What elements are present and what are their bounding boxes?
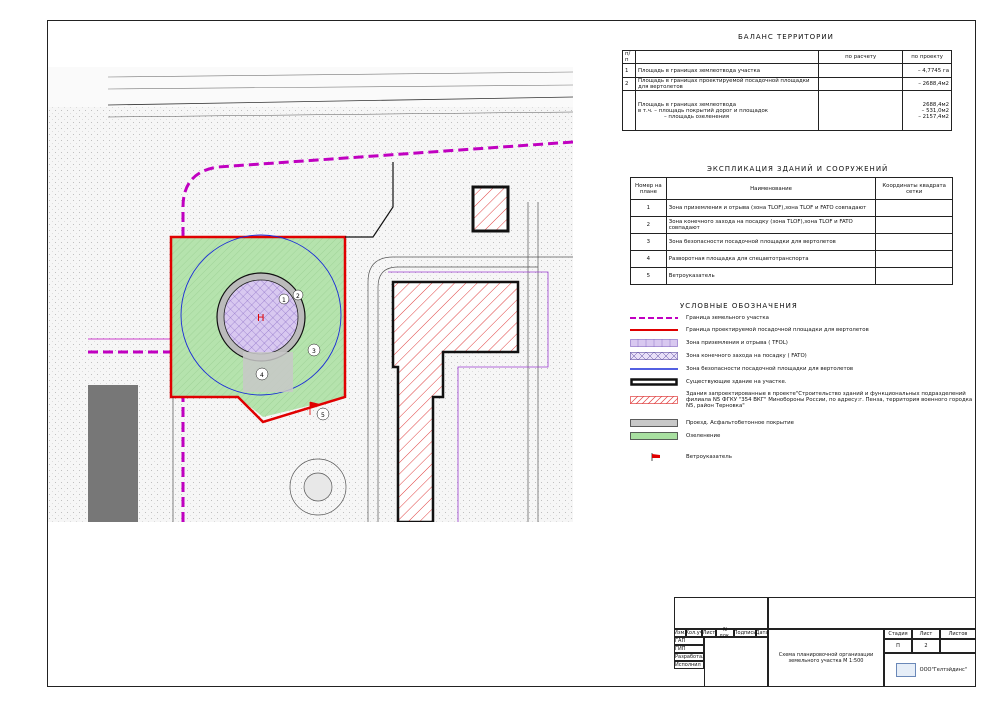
red-line-icon bbox=[630, 329, 678, 331]
legend-item: Проезд. Асфальтобетонное покрытие bbox=[630, 418, 981, 428]
balance-header-name bbox=[634, 50, 820, 64]
legend-item: Озеленение bbox=[630, 431, 981, 441]
stamp-role: Разработал bbox=[674, 653, 706, 661]
green-swatch-icon bbox=[630, 432, 678, 440]
stamp-col-sign: Подпись bbox=[733, 629, 757, 637]
helipad-mark-label: H bbox=[257, 313, 265, 324]
thick-black-outline-icon bbox=[630, 378, 678, 386]
site-plan: H 1 2 3 4 5 bbox=[48, 67, 573, 522]
balance-header-proj: по проекту bbox=[902, 50, 952, 64]
legend-item: Граница земельного участка bbox=[630, 313, 981, 323]
stamp-col-list: Лист bbox=[702, 629, 716, 637]
balance-row: Площадь в границах землеотвода в т.ч. – … bbox=[622, 90, 952, 131]
zone-label-5: 5 bbox=[321, 412, 325, 419]
red-hatch-swatch-icon bbox=[630, 396, 678, 404]
title-block: Изм. Кол.уч Лист N док. Подпись Дата ГАП… bbox=[674, 597, 976, 687]
explication-title: ЭКСПЛИКАЦИЯ ЗДАНИЙ И СООРУЖЕНИЙ bbox=[707, 165, 889, 173]
legend-item: Здания запроектированные в проекте"Строи… bbox=[630, 388, 981, 412]
explication-header-coords: Координаты квадрата сетки bbox=[875, 177, 953, 200]
stamp-col-ndoc: N док. bbox=[716, 627, 734, 639]
explication-row: 1 Зона приземления и отрыва (зона TLOF),… bbox=[630, 199, 953, 217]
explication-header-num: Номер на плане bbox=[630, 177, 667, 200]
crosshatch-swatch-icon bbox=[630, 352, 678, 360]
legend-title: УСЛОВНЫЕ ОБОЗНАЧЕНИЯ bbox=[680, 302, 798, 310]
balance-title: БАЛАНС ТЕРРИТОРИИ bbox=[738, 33, 834, 41]
blue-line-icon bbox=[630, 368, 678, 370]
stamp-role: ГАП bbox=[674, 637, 704, 645]
stamp-col-kol: Кол.уч bbox=[685, 629, 703, 637]
stamp-sheet-value: 2 bbox=[912, 639, 940, 653]
windsock-icon bbox=[651, 453, 660, 461]
stamp-sheets-label: Листов bbox=[940, 629, 976, 639]
legend-item: Существующие здание на участке. bbox=[630, 377, 981, 387]
stamp-stage-value: П bbox=[884, 639, 912, 653]
stamp-sheet-label: Лист bbox=[912, 629, 940, 639]
legend-item: Зона безопасности посадочной площадки дл… bbox=[630, 364, 981, 374]
stamp-stage-label: Стадия bbox=[884, 629, 912, 639]
stamp-col-izm: Изм. bbox=[674, 629, 686, 637]
legend-item: Граница проектируемой посадочной площадк… bbox=[630, 325, 981, 335]
explication-table: Номер на плане Наименование Координаты к… bbox=[630, 177, 953, 285]
drawing-sheet: H 1 2 3 4 5 БАЛАНС ТЕРРИТОРИИ п/п по рас… bbox=[0, 0, 1000, 707]
explication-row: 4 Разворотная площадка для спецавтотранс… bbox=[630, 250, 953, 268]
zone-label-4: 4 bbox=[260, 372, 264, 379]
balance-row: 2 Площадь в границах проектируемой посад… bbox=[622, 77, 952, 91]
purple-grid-swatch-icon bbox=[630, 339, 678, 347]
legend-item: Зона приземления и отрыва ( TFOL) bbox=[630, 338, 981, 348]
stamp-col-date: Дата bbox=[755, 629, 769, 637]
explication-row: 3 Зона безопасности посадочной площадки … bbox=[630, 233, 953, 251]
gray-swatch-icon bbox=[630, 419, 678, 427]
legend-item: Ветроуказатель bbox=[630, 452, 981, 462]
zone-label-2: 2 bbox=[296, 293, 300, 300]
explication-row: 5 Ветроуказатель bbox=[630, 267, 953, 285]
balance-header-calc: по расчету bbox=[818, 50, 904, 64]
legend-item: Зона конечного захода на посадку ( FATO) bbox=[630, 351, 981, 361]
stamp-drawing-title: Схема планировочной организации земельно… bbox=[768, 629, 884, 687]
balance-table: п/п по расчету по проекту 1 Площадь в гр… bbox=[622, 50, 952, 131]
zone-label-1: 1 bbox=[282, 297, 286, 304]
stamp-role: Исполнил bbox=[674, 661, 704, 669]
stamp-role: ГИП bbox=[674, 645, 704, 653]
zone-label-3: 3 bbox=[312, 348, 316, 355]
explication-row: 2 Зона конечного захода на посадку (зона… bbox=[630, 216, 953, 234]
balance-header-num: п/п bbox=[622, 50, 636, 64]
company-logo-icon bbox=[895, 663, 916, 677]
dashed-magenta-line-icon bbox=[630, 317, 678, 319]
stamp-company: ООО"Гелтэйдинс" bbox=[919, 667, 967, 673]
explication-header-name: Наименование bbox=[665, 177, 877, 200]
balance-row: 1 Площадь в границах землеотвода участка… bbox=[622, 63, 952, 78]
